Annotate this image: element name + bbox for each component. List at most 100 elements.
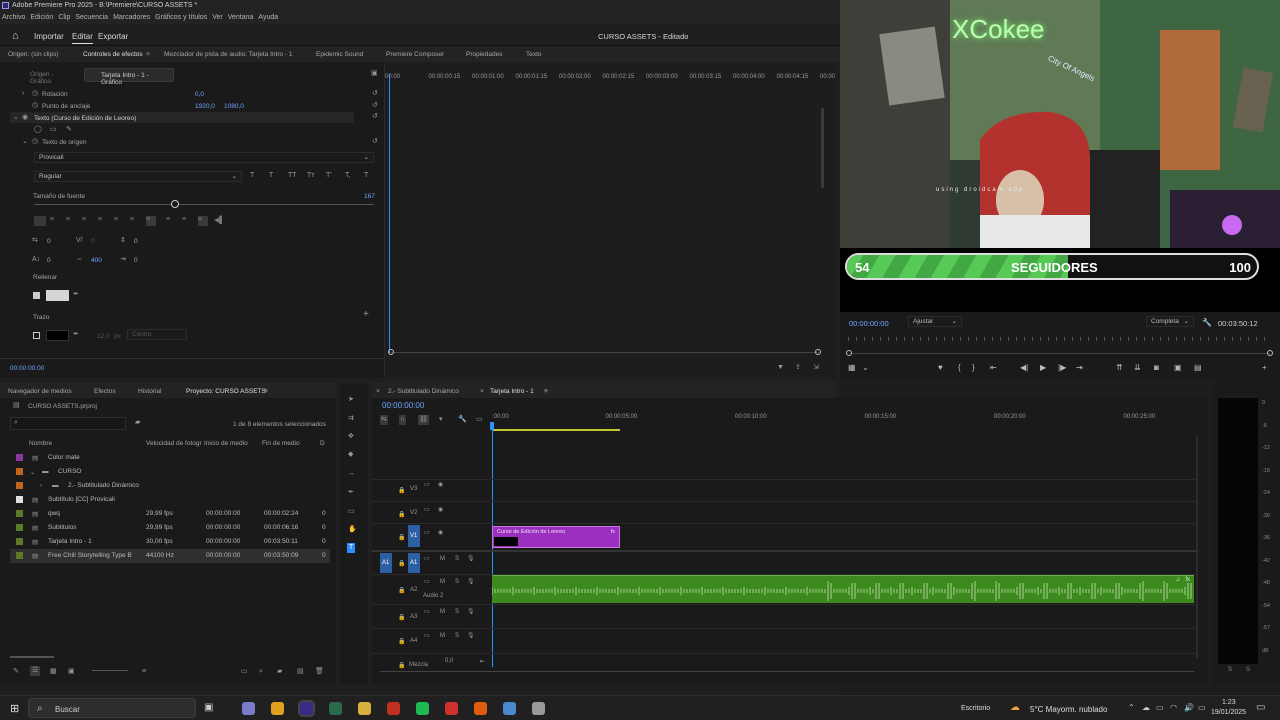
project-item[interactable]: ▤ Free Chill Storytelling Type B 44100 Hz 0… — [10, 549, 330, 563]
ec-toggle-icon[interactable]: ▣ — [371, 70, 378, 78]
stroke-position-dropdown[interactable]: Centro — [127, 329, 187, 340]
tsume-value[interactable]: 400 — [91, 257, 102, 264]
mute-button[interactable]: M — [440, 609, 445, 615]
tsume-icon[interactable]: ⇔ — [76, 256, 83, 264]
stopwatch-icon[interactable]: ◷ — [32, 90, 38, 98]
timeline-timecode[interactable]: 00:00:00:00 — [382, 401, 424, 410]
align-button-icon[interactable]: ≡ — [82, 216, 92, 226]
mute-button[interactable]: M — [440, 556, 445, 562]
snap-icon[interactable]: ∩ — [399, 415, 407, 425]
battery-icon[interactable]: ▭ — [1198, 703, 1206, 712]
pen-icon[interactable]: ✎ — [13, 668, 19, 676]
stroke-color-swatch[interactable] — [46, 330, 69, 341]
program-zoom-bar[interactable] — [850, 353, 1270, 354]
timeline-tab-tarjeta[interactable]: Tarjeta Intro - 1 — [490, 388, 534, 395]
marker-icon[interactable]: ♥ — [938, 363, 943, 372]
baseline-value[interactable]: 0 — [47, 257, 51, 264]
lock-icon[interactable]: 🔒 — [398, 560, 405, 567]
menu-item-0[interactable]: Archivo — [2, 14, 25, 21]
clock-date[interactable]: 19/01/2025 — [1211, 709, 1246, 716]
slip-tool-icon[interactable]: ↔ — [348, 470, 355, 478]
program-timecode[interactable]: 00:00:00:00 — [849, 319, 889, 328]
style-dropdown[interactable]: Regular ⌄ — [34, 171, 242, 182]
anchor-x-value[interactable]: 1920,0 — [195, 103, 215, 110]
ellipse-mask-icon[interactable]: ◯ — [34, 126, 42, 134]
folder-icon[interactable] — [358, 702, 371, 715]
ec-zoom-handle[interactable] — [388, 349, 394, 355]
nest-icon[interactable]: ⇆ — [380, 415, 388, 425]
col-fps[interactable]: Velocidad de fotogr — [146, 440, 202, 447]
sync-lock-icon[interactable]: ▭ — [424, 608, 430, 615]
lock-icon[interactable]: 🔒 — [398, 587, 405, 594]
tab-epidemic[interactable]: Epidemic Sound — [316, 51, 363, 58]
home-icon[interactable]: ⌂ — [12, 30, 19, 42]
export-frame-icon[interactable]: ⇲ — [813, 364, 819, 372]
terminal-icon[interactable] — [329, 702, 342, 715]
ec-timecode[interactable]: 00:00:00:00 — [10, 365, 44, 372]
anchor-y-value[interactable]: 1080,0 — [224, 103, 244, 110]
stopwatch-icon[interactable]: ◷ — [32, 102, 38, 110]
automate-icon[interactable]: ▭ — [241, 668, 248, 676]
align-button-icon[interactable]: ≡ — [98, 216, 108, 226]
font-size-value[interactable]: 167 — [364, 193, 375, 200]
stroke-width-value[interactable]: 12,0 — [97, 333, 110, 340]
font-dropdown[interactable]: Provicali ⌄ — [34, 152, 374, 163]
ws-importar[interactable]: Importar — [34, 32, 64, 41]
sync-lock-icon[interactable]: ▭ — [424, 481, 430, 488]
tracking-icon[interactable]: V/ — [76, 237, 83, 245]
export-icon[interactable]: ⇪ — [795, 364, 801, 372]
ec-playhead[interactable] — [389, 74, 390, 354]
stopwatch-icon[interactable]: ◷ — [32, 138, 38, 146]
proxy-icon[interactable]: ▤ — [1194, 363, 1202, 372]
sort-icon[interactable]: ≡ — [142, 668, 146, 676]
go-to-in-icon[interactable]: ⇤ — [990, 363, 997, 372]
premiere-icon[interactable] — [298, 700, 315, 717]
trash-icon[interactable]: 🗑 — [315, 668, 324, 676]
filter-icon[interactable]: ▼ — [777, 364, 784, 372]
graphic-clip[interactable]: Curso de Edición de Leoreo fx — [492, 526, 620, 548]
eyedropper-icon[interactable]: ✒ — [73, 331, 79, 339]
format-button-4[interactable]: T' — [326, 172, 332, 179]
compare-icon[interactable]: ▣ — [1174, 363, 1182, 372]
eye-icon[interactable]: ◉ — [438, 529, 443, 536]
solo-button[interactable]: S — [455, 633, 459, 639]
list-view-icon[interactable]: ☰ — [30, 666, 41, 676]
track-select-icon[interactable]: ⇉ — [348, 415, 354, 423]
mic-icon[interactable]: 🎙 — [467, 555, 475, 562]
align-button-icon[interactable]: ≡ — [66, 216, 76, 226]
add-marker-icon[interactable]: ▾ — [439, 416, 443, 424]
eye-icon[interactable]: ◉ — [438, 481, 443, 488]
timeline-ruler[interactable]: :00:00 00:00:05:00 00:00:10:00 00:00:15:00 0… — [492, 414, 1198, 424]
mix-end-icon[interactable]: ⇤ — [480, 658, 485, 665]
col-d[interactable]: D — [320, 440, 325, 447]
collapse-chevron-icon[interactable]: ⌄ — [22, 138, 28, 146]
rotation-value[interactable]: 0,0 — [195, 91, 204, 98]
tracking-value[interactable]: 0 — [91, 238, 95, 245]
clock-time[interactable]: 1:23 — [1222, 699, 1236, 706]
timeline-hscroll[interactable] — [380, 671, 1194, 672]
track-label-v3[interactable]: V3 — [410, 486, 417, 492]
project-item[interactable]: ⌄ ▬ CURSO — [10, 465, 330, 479]
project-item[interactable]: ▤ qwq 29,99 fps 00:00:00:00 00:00:02:24 0 — [10, 507, 330, 521]
tab-properties[interactable]: Propiedades — [466, 51, 503, 58]
program-ruler[interactable] — [848, 337, 1272, 341]
project-item[interactable]: ▤ Subtítulo [CC] Provicali — [10, 493, 330, 507]
ws-exportar[interactable]: Exportar — [98, 32, 128, 41]
project-item[interactable]: ▤ Tarjeta Intro - 1 30,00 fps 00:00:00:00 00… — [10, 535, 330, 549]
eye-icon[interactable]: ◉ — [438, 506, 443, 513]
find-icon[interactable]: ⌕ — [259, 668, 263, 676]
meter-solo-right[interactable]: S — [1246, 667, 1250, 673]
weather-text[interactable]: 5°C Mayorm. nublado — [1030, 705, 1107, 714]
tab-menu-icon[interactable]: ≡ — [146, 51, 150, 58]
reset-icon[interactable]: ↺ — [372, 113, 378, 121]
align-button-icon[interactable]: ≡ — [182, 216, 192, 226]
pen-mask-icon[interactable]: ✎ — [66, 126, 72, 134]
new-bin-icon[interactable]: ▰ — [277, 668, 282, 676]
col-name[interactable]: Nombre — [29, 440, 52, 447]
network-icon[interactable]: ▭ — [1156, 703, 1164, 712]
tab-history[interactable]: Historial — [138, 388, 161, 395]
lock-icon[interactable]: 🔒 — [398, 487, 405, 494]
settings-wrench-icon[interactable]: 🔧 — [458, 416, 467, 424]
task-view-icon[interactable]: ▣ — [204, 702, 213, 713]
track-label-v1[interactable]: V1 — [410, 533, 417, 539]
